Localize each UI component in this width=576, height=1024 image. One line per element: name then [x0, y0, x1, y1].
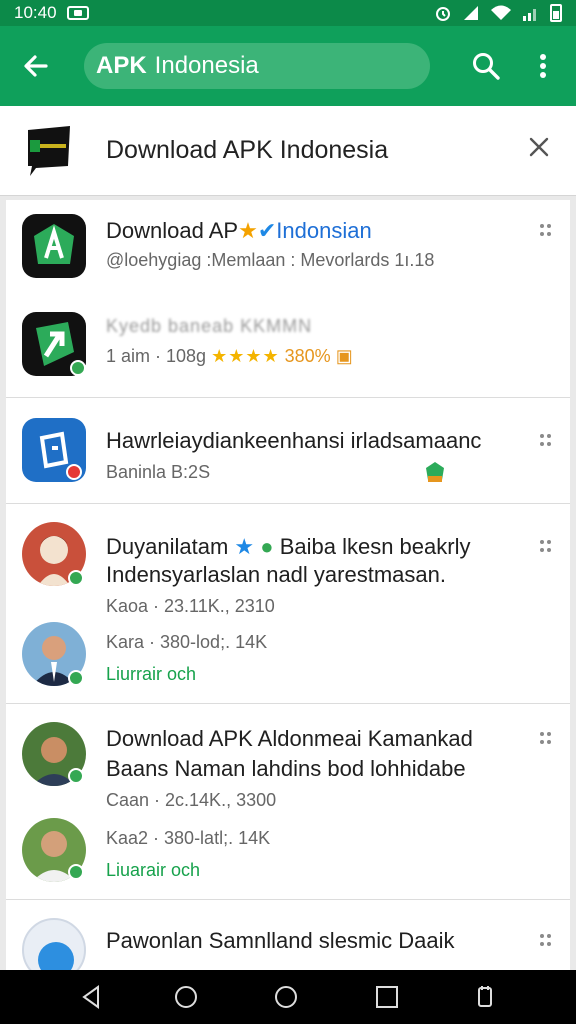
verified-icon: ✔: [257, 218, 277, 243]
signal-icon: [464, 6, 478, 20]
star-icon: ★: [234, 534, 255, 559]
drag-handle-icon[interactable]: [540, 732, 552, 750]
results-list: Download AP★✔Indonsian @loehygiag :Memla…: [6, 200, 570, 970]
header-card: Download APK Indonesia: [0, 106, 576, 196]
drag-handle-icon[interactable]: [540, 934, 552, 952]
row-title: Hawrleiaydiankeenhansi irladsamaanc: [106, 428, 482, 453]
close-button[interactable]: [528, 134, 550, 164]
verified-badge-icon: [68, 768, 84, 784]
home-nav-icon[interactable]: [173, 984, 199, 1010]
list-item[interactable]: Download AP★✔Indonsian @loehygiag :Memla…: [22, 214, 562, 284]
search-icon: [473, 53, 500, 80]
more-options-button[interactable]: [528, 46, 558, 86]
row-meta: Kaa2 · 380-latl;. 14K: [106, 828, 271, 848]
bag-icon: ▣: [335, 346, 353, 366]
row-subtitle: @loehygiag :Memlaan : Mevorlards 1ı.18: [106, 250, 435, 270]
row-link[interactable]: Liuarair och: [106, 860, 200, 881]
result-group: Download AP★✔Indonsian @loehygiag :Memla…: [6, 200, 570, 398]
drag-handle-icon[interactable]: [540, 540, 552, 558]
row-meta: 1 aim · 108g ★★★★ 380% ▣: [106, 346, 353, 366]
row-title: Download APK Aldonmeai Kamankad: [106, 726, 473, 751]
notification-icon: [66, 6, 89, 20]
recents-nav-icon[interactable]: [374, 984, 400, 1010]
alarm-icon: [436, 7, 450, 21]
app-icon: [22, 214, 86, 278]
avatar: [22, 918, 86, 970]
assistant-nav-icon[interactable]: [273, 984, 299, 1010]
battery-icon: [550, 4, 562, 22]
star-icon: ★: [238, 218, 258, 243]
list-item[interactable]: Hawrleiaydiankeenhansi irladsamaanc Bani…: [22, 418, 562, 488]
result-group: Download APK Aldonmeai Kamankad Baans Na…: [6, 704, 570, 900]
row-meta: Kara · 380-lod;. 14K: [106, 632, 268, 652]
check-icon: ●: [260, 534, 274, 559]
verified-badge-icon: [68, 670, 84, 686]
row-title: Duyanilatam ★ ● Baiba lkesn beakrly: [106, 534, 471, 559]
header-title: Download APK Indonesia: [106, 136, 389, 164]
row-title: Download AP★✔Indonsian: [106, 218, 372, 243]
arrow-left-icon: [24, 55, 48, 77]
row-meta: Caan · 2c.14K., 3300: [106, 790, 277, 810]
apk-app-icon: [34, 224, 74, 264]
row-title-line2: Baans Naman lahdins bod lohhidabe: [106, 756, 466, 781]
app-logo-icon: [28, 126, 70, 176]
row-meta: Kaoa · 23.11K., 2310: [106, 596, 275, 616]
apk-small-icon: [426, 462, 444, 482]
drag-handle-icon[interactable]: [540, 434, 552, 452]
screenshot-nav-icon[interactable]: [472, 984, 498, 1010]
row-title-line2: Indensyarlaslan nadl yarestmasan.: [106, 562, 446, 587]
wifi-icon: [491, 5, 511, 20]
result-group: Duyanilatam ★ ● Baiba lkesn beakrly Inde…: [6, 504, 570, 704]
status-bar: 10:40: [0, 0, 576, 26]
verified-badge-icon: [68, 864, 84, 880]
status-time: 10:40: [14, 3, 57, 22]
back-button[interactable]: [0, 26, 72, 106]
result-group: Hawrleiaydiankeenhansi irladsamaanc Bani…: [6, 398, 570, 504]
close-icon: [529, 137, 549, 157]
row-subtitle: Baninla B:2S: [106, 462, 211, 482]
more-vert-icon: [540, 54, 546, 78]
search-query: Indonesia: [154, 52, 259, 79]
verified-badge-icon: [68, 570, 84, 586]
search-brand: APK: [96, 52, 147, 79]
status-badge-icon: [66, 464, 82, 480]
row-link[interactable]: Liurrair och: [106, 664, 196, 685]
verified-badge-icon: [70, 360, 86, 376]
navigation-bar: [0, 970, 576, 1024]
back-nav-icon[interactable]: [78, 984, 104, 1010]
row-title: Pawonlan Samnlland slesmic Daaik: [106, 928, 455, 953]
search-field[interactable]: APK Indonesia: [84, 43, 430, 89]
list-item[interactable]: Kyedb baneab KKMMN 1 aim · 108g ★★★★ 380…: [22, 312, 562, 382]
app-bar: APK Indonesia: [0, 26, 576, 106]
rating-stars: ★★★★: [211, 346, 280, 366]
cell-signal-icon: [523, 9, 536, 21]
row-title: Kyedb baneab KKMMN: [106, 316, 313, 336]
drag-handle-icon[interactable]: [540, 224, 552, 242]
result-group: Pawonlan Samnlland slesmic Daaik: [6, 900, 570, 970]
search-button[interactable]: [466, 46, 506, 86]
